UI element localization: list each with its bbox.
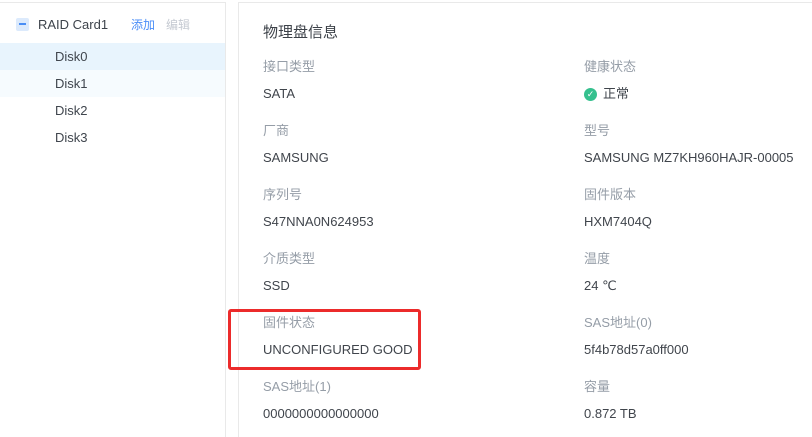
field-value: SATA [263,85,584,103]
field-label: 健康状态 [584,58,812,76]
field-label: 厂商 [263,122,584,140]
add-link[interactable]: 添加 [131,16,155,33]
field-health-status: 健康状态 正常 [584,58,812,103]
field-media-type: 介质类型 SSD [263,250,584,295]
field-label: 接口类型 [263,58,584,76]
disk-list: Disk0 Disk1 Disk2 Disk3 [0,43,225,151]
field-label: 介质类型 [263,250,584,268]
tree-actions: 添加 编辑 [131,16,190,33]
field-label: 固件版本 [584,186,812,204]
minus-square-icon[interactable] [16,18,29,31]
field-serial-number: 序列号 S47NNA0N624953 [263,186,584,231]
field-value: SSD [263,277,584,295]
field-sas-address-1: SAS地址(1) 0000000000000000 [263,378,584,423]
field-value: 24 ℃ [584,277,812,295]
field-label: 型号 [584,122,812,140]
page-title: 物理盘信息 [263,23,812,43]
health-status-text: 正常 [603,85,629,103]
field-value: SAMSUNG [263,149,584,167]
field-sas-address-0: SAS地址(0) 5f4b78d57a0ff000 [584,314,812,359]
field-vendor: 厂商 SAMSUNG [263,122,584,167]
field-label: SAS地址(0) [584,314,812,332]
sidebar-item-disk0[interactable]: Disk0 [0,43,225,70]
field-grid: 接口类型 SATA 健康状态 正常 厂商 SAMSUNG 型号 SAMSUNG … [263,58,812,423]
sidebar-item-disk1[interactable]: Disk1 [0,70,225,97]
field-firmware-state: 固件状态 UNCONFIGURED GOOD [263,314,584,359]
field-value: 0.872 TB [584,405,812,423]
field-interface-type: 接口类型 SATA [263,58,584,103]
field-label: 容量 [584,378,812,396]
field-value: S47NNA0N624953 [263,213,584,231]
field-label: 温度 [584,250,812,268]
field-value: UNCONFIGURED GOOD [263,341,584,359]
tree-node-label: RAID Card1 [38,17,131,32]
sidebar-item-disk2[interactable]: Disk2 [0,97,225,124]
field-value: 5f4b78d57a0ff000 [584,341,812,359]
field-model: 型号 SAMSUNG MZ7KH960HAJR-00005 [584,122,812,167]
field-value: 正常 [584,85,812,103]
physical-disk-info-panel: 物理盘信息 接口类型 SATA 健康状态 正常 厂商 SAMSUNG 型号 SA… [238,2,812,437]
field-value: SAMSUNG MZ7KH960HAJR-00005 [584,149,812,167]
check-circle-icon [584,88,597,101]
edit-link[interactable]: 编辑 [166,16,190,33]
field-value: 0000000000000000 [263,405,584,423]
sidebar-item-disk3[interactable]: Disk3 [0,124,225,151]
field-firmware-version: 固件版本 HXM7404Q [584,186,812,231]
field-temperature: 温度 24 ℃ [584,250,812,295]
field-label: 固件状态 [263,314,584,332]
raid-tree-sidebar: RAID Card1 添加 编辑 Disk0 Disk1 Disk2 Disk3 [0,2,226,437]
field-label: 序列号 [263,186,584,204]
tree-node-raid-card[interactable]: RAID Card1 添加 编辑 [0,3,225,41]
field-label: SAS地址(1) [263,378,584,396]
field-capacity: 容量 0.872 TB [584,378,812,423]
field-value: HXM7404Q [584,213,812,231]
